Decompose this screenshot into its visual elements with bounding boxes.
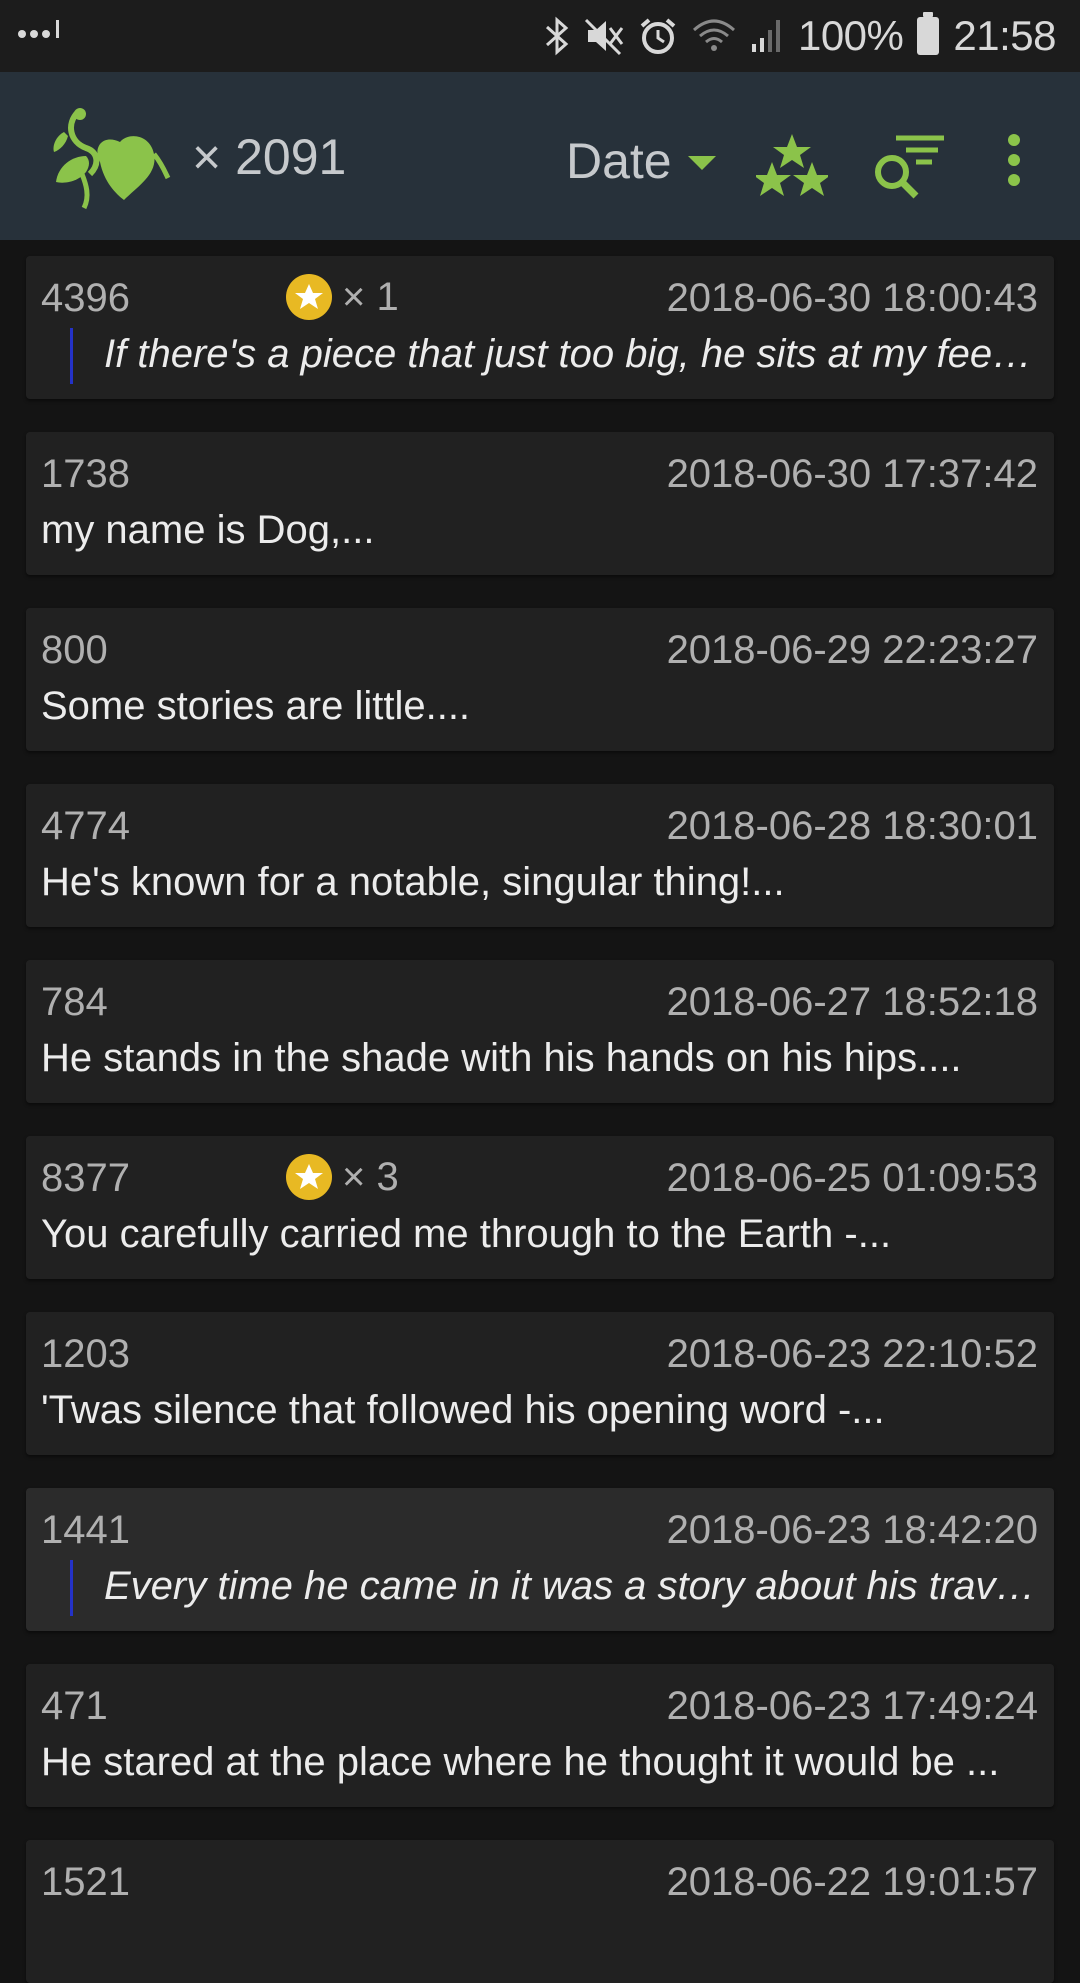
entry-date: 2018-06-23 18:42:20 [666, 1508, 1038, 1552]
star-rating: × 1 [286, 274, 399, 320]
battery-icon [917, 12, 940, 55]
entry-id: 1738 [41, 452, 130, 496]
entry-count: × 2091 [192, 129, 347, 185]
list-item[interactable]: 1441 2018-06-23 18:42:20 Every time he c… [26, 1488, 1054, 1631]
star-count: × 3 [342, 1154, 399, 1199]
entry-text: Some stories are little.... [41, 684, 471, 728]
entry-id: 800 [41, 628, 108, 672]
entry-date: 2018-06-27 18:52:18 [666, 980, 1038, 1024]
entry-id: 8377 [41, 1156, 130, 1200]
bluetooth-icon [544, 16, 570, 56]
star-icon [286, 274, 332, 320]
list-item[interactable]: 800 2018-06-29 22:23:27 Some stories are… [26, 608, 1054, 751]
quote-bar [70, 328, 73, 384]
app-logo-icon [42, 102, 172, 212]
entry-date: 2018-06-29 22:23:27 [666, 628, 1038, 672]
list-item[interactable]: 1521 2018-06-22 19:01:57 [26, 1840, 1054, 1983]
filter-search-icon[interactable] [872, 132, 948, 207]
entry-date: 2018-06-23 17:49:24 [666, 1684, 1038, 1728]
star-rating: × 3 [286, 1154, 399, 1200]
status-bar: 100% 21:58 [0, 0, 1080, 72]
app-toolbar: × 2091 Date [0, 72, 1080, 240]
entry-id: 1521 [41, 1860, 130, 1904]
mute-icon [584, 16, 624, 56]
entry-text: If there's a piece that just too big, he… [104, 332, 1036, 376]
entry-id: 1203 [41, 1332, 130, 1376]
entry-text: You carefully carried me through to the … [41, 1212, 892, 1256]
sort-dropdown[interactable]: Date [566, 132, 716, 190]
alarm-icon [638, 16, 678, 56]
quote-bar [70, 1560, 73, 1616]
star-icon [286, 1154, 332, 1200]
entry-date: 2018-06-23 22:10:52 [666, 1332, 1038, 1376]
list-item[interactable]: 4774 2018-06-28 18:30:01 He's known for … [26, 784, 1054, 927]
entry-id: 784 [41, 980, 108, 1024]
sort-label: Date [566, 133, 672, 189]
entry-text: He stands in the shade with his hands on… [41, 1036, 962, 1080]
entry-id: 1441 [41, 1508, 130, 1552]
wifi-icon [692, 16, 736, 56]
entry-date: 2018-06-30 17:37:42 [666, 452, 1038, 496]
entry-text: my name is Dog,... [41, 508, 375, 552]
entry-text: 'Twas silence that followed his opening … [41, 1388, 885, 1432]
list-item[interactable]: 471 2018-06-23 17:49:24 He stared at the… [26, 1664, 1054, 1807]
entry-text: He's known for a notable, singular thing… [41, 860, 785, 904]
entry-date: 2018-06-28 18:30:01 [666, 804, 1038, 848]
star-count: × 1 [342, 274, 399, 319]
entry-text: He stared at the place where he thought … [41, 1740, 1000, 1784]
dropdown-caret-icon [687, 156, 716, 170]
battery-percent: 100% [797, 12, 904, 59]
overflow-menu-icon[interactable] [1002, 130, 1026, 195]
entry-id: 4774 [41, 804, 130, 848]
list-item[interactable]: 1203 2018-06-23 22:10:52 'Twas silence t… [26, 1312, 1054, 1455]
entry-date: 2018-06-22 19:01:57 [666, 1860, 1038, 1904]
list-item[interactable]: 8377 × 3 2018-06-25 01:09:53 You careful… [26, 1136, 1054, 1279]
entry-date: 2018-06-25 01:09:53 [666, 1156, 1038, 1200]
signal-dots-icon [18, 20, 59, 38]
clock: 21:58 [953, 12, 1056, 59]
list-item[interactable]: 4396 × 1 2018-06-30 18:00:43 If there's … [26, 256, 1054, 399]
status-icons: 100% 21:58 [544, 10, 1056, 62]
entry-date: 2018-06-30 18:00:43 [666, 276, 1038, 320]
list-item[interactable]: 1738 2018-06-30 17:37:42 my name is Dog,… [26, 432, 1054, 575]
favorites-stars-icon[interactable] [753, 132, 831, 203]
entry-text: Every time he came in it was a story abo… [104, 1564, 1036, 1608]
cell-signal-icon [750, 16, 784, 56]
entry-id: 471 [41, 1684, 108, 1728]
entry-id: 4396 [41, 276, 130, 320]
list-item[interactable]: 784 2018-06-27 18:52:18 He stands in the… [26, 960, 1054, 1103]
